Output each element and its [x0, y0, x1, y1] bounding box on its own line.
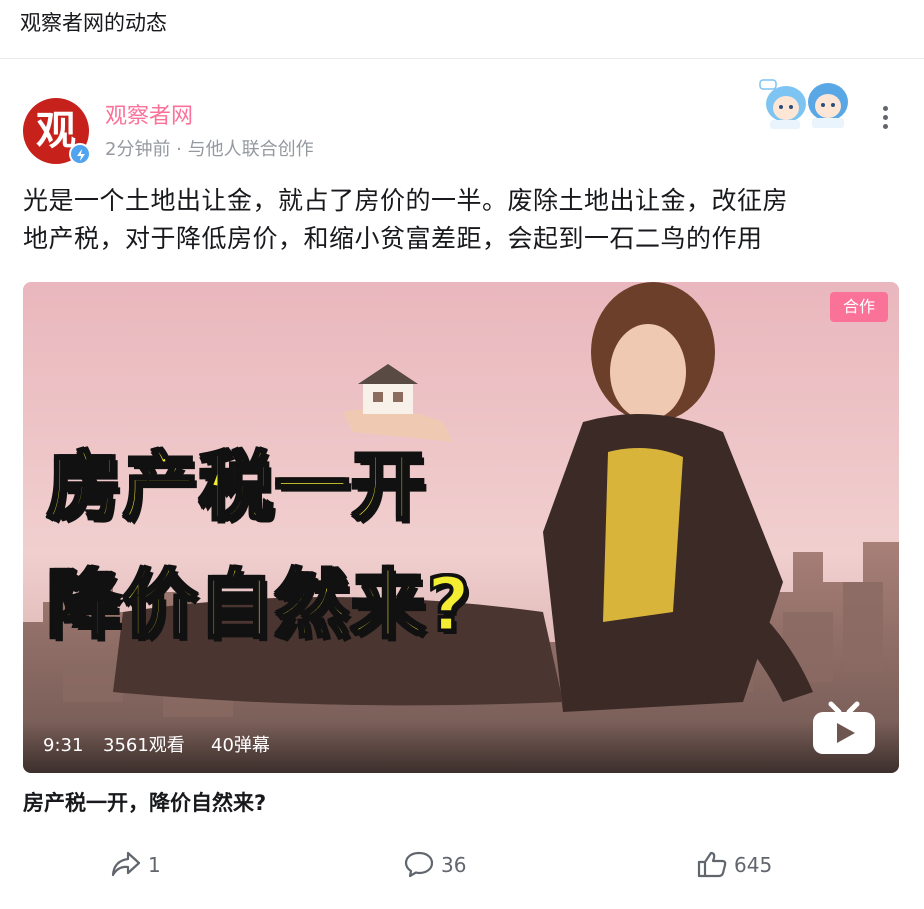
share-button[interactable]: 1 [110, 846, 180, 884]
cover-headline-line2: 降价自然来? [46, 561, 472, 650]
video-card[interactable]: 合作 房产税一开 降价自然来? 9:31 3561观看 40弹幕 [23, 282, 899, 773]
share-count: 1 [148, 853, 161, 877]
more-icon [882, 106, 888, 111]
share-icon [111, 851, 141, 877]
author-name[interactable]: 观察者网 [105, 102, 193, 132]
video-duration: 9:31 [43, 735, 84, 756]
video-danmaku: 40弹幕 [211, 735, 270, 756]
more-options-button[interactable] [872, 102, 898, 132]
comment-count: 36 [441, 853, 467, 877]
video-views: 3561观看 [103, 735, 185, 756]
comment-icon [404, 851, 434, 878]
post-text-line: 光是一个土地出让金，就占了房价的一半。废除土地出让金，改征房 [23, 186, 789, 215]
video-title[interactable]: 房产税一开，降价自然来? [23, 788, 266, 818]
post-meta: 2分钟前 · 与他人联合创作 [105, 139, 314, 160]
divider [0, 59, 924, 69]
post-text: 光是一个土地出让金，就占了房价的一半。废除土地出让金，改征房 地产税，对于降低房… [23, 182, 903, 258]
page-title: 观察者网的动态 [20, 11, 167, 35]
comment-button[interactable]: 36 [403, 846, 493, 884]
like-icon [697, 851, 727, 878]
cover-headline-line1: 房产税一开 [46, 443, 427, 532]
like-button[interactable]: 645 [696, 846, 796, 884]
verify-icon [69, 143, 91, 165]
collab-badge: 合作 [830, 292, 888, 322]
like-count: 645 [734, 853, 773, 877]
decoration-characters-icon [759, 79, 848, 129]
post-text-line: 地产税，对于降低房价，和缩小贫富差距，会起到一石二鸟的作用 [23, 224, 763, 253]
top-bar: 观察者网的动态 [0, 0, 924, 59]
bilibili-play-logo [813, 701, 875, 754]
